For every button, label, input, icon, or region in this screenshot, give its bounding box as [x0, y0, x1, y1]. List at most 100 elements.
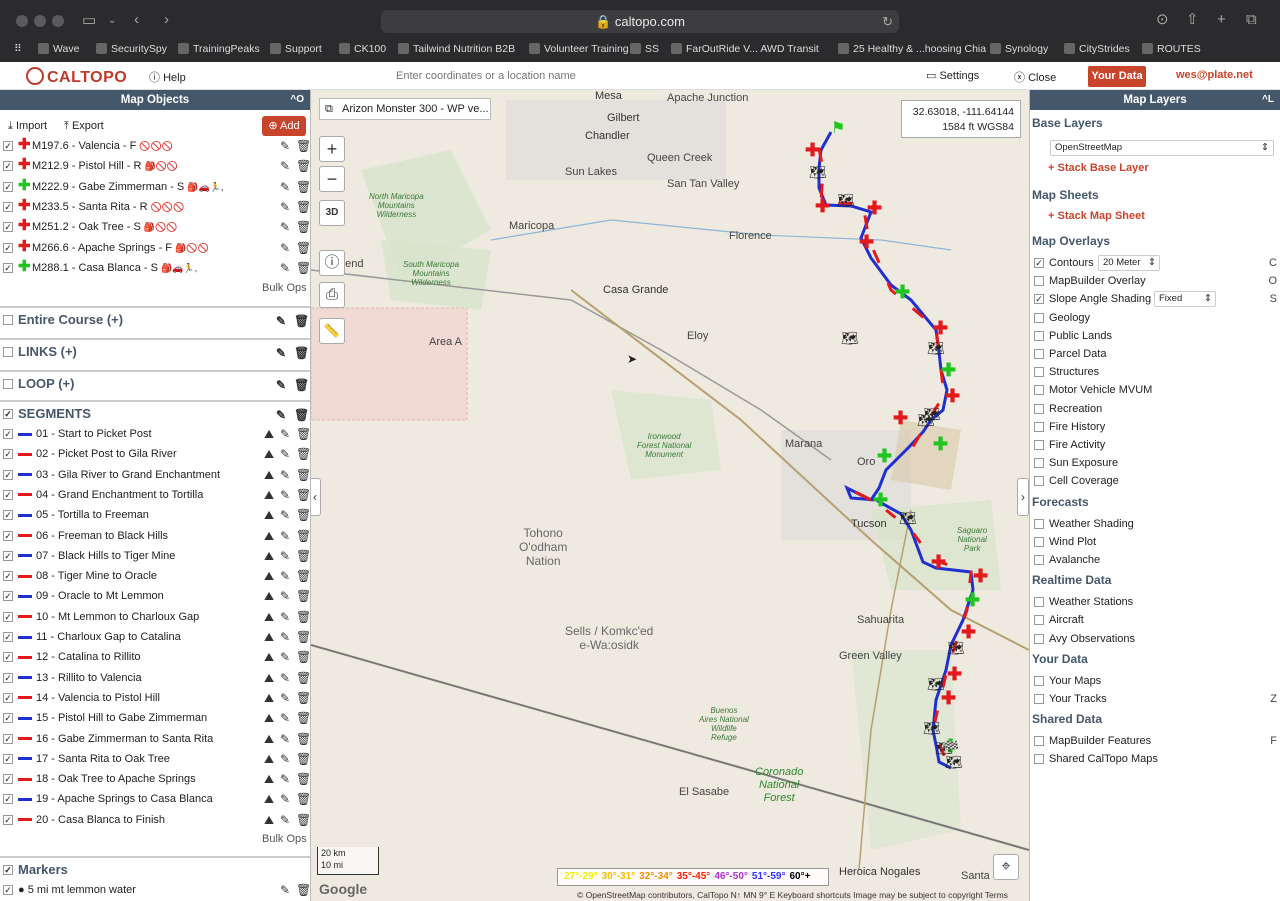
- edit-pencil-icon[interactable]: ✎: [276, 373, 286, 397]
- layer-checkbox[interactable]: [1034, 518, 1044, 529]
- map-canvas[interactable]: Mesa Gilbert Chandler Apache Junction Queen …: [311, 90, 1029, 901]
- route-marker-cross-icon[interactable]: ✚: [965, 590, 980, 611]
- layer-checkbox[interactable]: [1034, 258, 1044, 268]
- visibility-checkbox[interactable]: [3, 262, 13, 273]
- delete-trash-icon[interactable]: 🗑: [296, 708, 310, 728]
- bookmark-item[interactable]: CK100: [339, 43, 386, 55]
- overlay-row[interactable]: Contours 20 Meter ⇕ C: [1030, 254, 1280, 272]
- bookmark-item[interactable]: TrainingPeaks: [178, 43, 260, 55]
- edit-pencil-icon[interactable]: ✎: [280, 688, 290, 708]
- share-icon[interactable]: ⇧: [1186, 12, 1199, 28]
- forecast-row[interactable]: Wind Plot: [1030, 533, 1280, 551]
- export-button[interactable]: ⤒ Export: [64, 120, 104, 133]
- edit-pencil-icon[interactable]: ✎: [280, 566, 290, 586]
- segment-row[interactable]: 03 - Gila River to Grand Enchantment ⛰ ✎…: [0, 465, 310, 485]
- stack-base-layer-link[interactable]: + Stack Base Layer: [1048, 162, 1149, 174]
- your-data-button[interactable]: Your Data: [1088, 66, 1146, 87]
- layer-option-select[interactable]: Fixed ⇕: [1154, 291, 1216, 308]
- folder-checkbox[interactable]: [3, 315, 13, 325]
- layer-checkbox[interactable]: [1034, 367, 1044, 378]
- visibility-checkbox[interactable]: [3, 161, 13, 172]
- delete-trash-icon[interactable]: 🗑: [296, 177, 310, 197]
- map-pin-icon[interactable]: 🗺: [837, 192, 855, 209]
- layer-checkbox[interactable]: [1034, 555, 1044, 565]
- route-marker-cross-icon[interactable]: ✚: [815, 196, 830, 217]
- overlay-row[interactable]: Sun Exposure: [1030, 454, 1280, 472]
- download-icon[interactable]: ⊙: [1156, 12, 1169, 28]
- elevation-profile-icon[interactable]: ⛰: [264, 485, 274, 505]
- forecast-row[interactable]: Avalanche: [1030, 551, 1280, 569]
- delete-trash-icon[interactable]: 🗑: [296, 217, 310, 237]
- info-icon[interactable]: ⓘ: [319, 250, 345, 276]
- visibility-checkbox[interactable]: [3, 652, 13, 663]
- edit-pencil-icon[interactable]: ✎: [280, 238, 290, 258]
- elevation-profile-icon[interactable]: ⛰: [264, 607, 274, 627]
- bulk-ops-button[interactable]: Bulk Ops: [262, 833, 307, 845]
- visibility-checkbox[interactable]: [3, 885, 13, 895]
- edit-pencil-icon[interactable]: ✎: [280, 810, 290, 830]
- overlay-row[interactable]: Cell Coverage: [1030, 472, 1280, 490]
- marker-row[interactable]: ✚M212.9 - Pistol Hill - R 🎒🚫🚫 ✎ 🗑: [0, 156, 310, 176]
- route-marker-cross-icon[interactable]: ✚: [805, 140, 820, 161]
- reload-icon[interactable]: ↻: [882, 10, 893, 33]
- visibility-checkbox[interactable]: [3, 550, 13, 561]
- bookmark-item[interactable]: Tailwind Nutrition B2B: [398, 43, 515, 55]
- marker-row[interactable]: ✚M266.6 - Apache Springs - F 🎒🚫🚫 ✎ 🗑: [0, 238, 310, 258]
- route-marker-cross-icon[interactable]: ✚: [933, 434, 948, 455]
- edit-pencil-icon[interactable]: ✎: [280, 586, 290, 606]
- caltopo-logo[interactable]: CALTOPO: [26, 67, 127, 87]
- window-close-dot[interactable]: [16, 15, 28, 27]
- elevation-profile-icon[interactable]: ⛰: [264, 810, 274, 830]
- route-marker-cross-icon[interactable]: ✚: [947, 664, 962, 685]
- delete-trash-icon[interactable]: 🗑: [294, 341, 309, 365]
- map-pin-icon[interactable]: 🗺: [923, 720, 941, 737]
- bookmark-item[interactable]: SecuritySpy: [96, 43, 167, 55]
- delete-trash-icon[interactable]: 🗑: [296, 258, 310, 278]
- edit-pencil-icon[interactable]: ✎: [280, 729, 290, 749]
- segment-row[interactable]: 15 - Pistol Hill to Gabe Zimmerman ⛰ ✎ 🗑: [0, 708, 310, 728]
- delete-trash-icon[interactable]: 🗑: [296, 607, 310, 627]
- elevation-profile-icon[interactable]: ⛰: [264, 688, 274, 708]
- delete-trash-icon[interactable]: 🗑: [296, 136, 310, 156]
- close-button[interactable]: ⓧ Close: [1014, 69, 1056, 85]
- elevation-profile-icon[interactable]: ⛰: [264, 505, 274, 525]
- segment-row[interactable]: 11 - Charloux Gap to Catalina ⛰ ✎ 🗑: [0, 627, 310, 647]
- overlay-row[interactable]: Slope Angle Shading Fixed ⇕ S: [1030, 290, 1280, 308]
- realtime-row[interactable]: Aircraft: [1030, 611, 1280, 629]
- visibility-checkbox[interactable]: [3, 713, 13, 724]
- segment-row[interactable]: 02 - Picket Post to Gila River ⛰ ✎ 🗑: [0, 444, 310, 464]
- edit-pencil-icon[interactable]: ✎: [280, 505, 290, 525]
- marker-row[interactable]: ✚M222.9 - Gabe Zimmerman - S 🎒🚗🏃, ✎ 🗑: [0, 177, 310, 197]
- map-pin-icon[interactable]: 🗺: [899, 510, 917, 527]
- visibility-checkbox[interactable]: [3, 469, 13, 480]
- segment-row[interactable]: 01 - Start to Picket Post ⛰ ✎ 🗑: [0, 424, 310, 444]
- layer-checkbox[interactable]: [1034, 754, 1044, 765]
- delete-trash-icon[interactable]: 🗑: [296, 789, 310, 809]
- edit-pencil-icon[interactable]: ✎: [280, 708, 290, 728]
- route-marker-cross-icon[interactable]: ✚: [933, 318, 948, 339]
- layer-checkbox[interactable]: [1034, 385, 1044, 396]
- folder-checkbox[interactable]: [3, 347, 13, 357]
- segment-row[interactable]: 14 - Valencia to Pistol Hill ⛰ ✎ 🗑: [0, 688, 310, 708]
- segment-row[interactable]: 05 - Tortilla to Freeman ⛰ ✎ 🗑: [0, 505, 310, 525]
- route-marker-cross-icon[interactable]: ✚: [867, 198, 882, 219]
- collapse-left-button[interactable]: ^O: [290, 90, 304, 110]
- delete-trash-icon[interactable]: 🗑: [296, 729, 310, 749]
- user-account-link[interactable]: wes@plate.net: [1176, 69, 1253, 81]
- overlay-row[interactable]: Public Lands: [1030, 327, 1280, 345]
- elevation-profile-icon[interactable]: ⛰: [264, 465, 274, 485]
- route-marker-cross-icon[interactable]: ✚: [893, 408, 908, 429]
- overlay-row[interactable]: Fire History: [1030, 418, 1280, 436]
- delete-trash-icon[interactable]: 🗑: [296, 156, 310, 176]
- route-marker-cross-icon[interactable]: ✚: [859, 232, 874, 253]
- edit-pencil-icon[interactable]: ✎: [280, 177, 290, 197]
- marker-row[interactable]: ✚M233.5 - Santa Rita - R 🚫🚫🚫 ✎ 🗑: [0, 197, 310, 217]
- layer-checkbox[interactable]: [1034, 476, 1044, 487]
- edit-pencil-icon[interactable]: ✎: [280, 258, 290, 278]
- bookmark-item[interactable]: ROUTES: [1142, 43, 1201, 55]
- edit-pencil-icon[interactable]: ✎: [280, 749, 290, 769]
- folder-checkbox[interactable]: [3, 379, 13, 389]
- edit-pencil-icon[interactable]: ✎: [280, 668, 290, 688]
- marker-row[interactable]: ✚M197.6 - Valencia - F 🚫🚫🚫 ✎ 🗑: [0, 136, 310, 156]
- add-button[interactable]: ⊕ Add: [262, 116, 306, 136]
